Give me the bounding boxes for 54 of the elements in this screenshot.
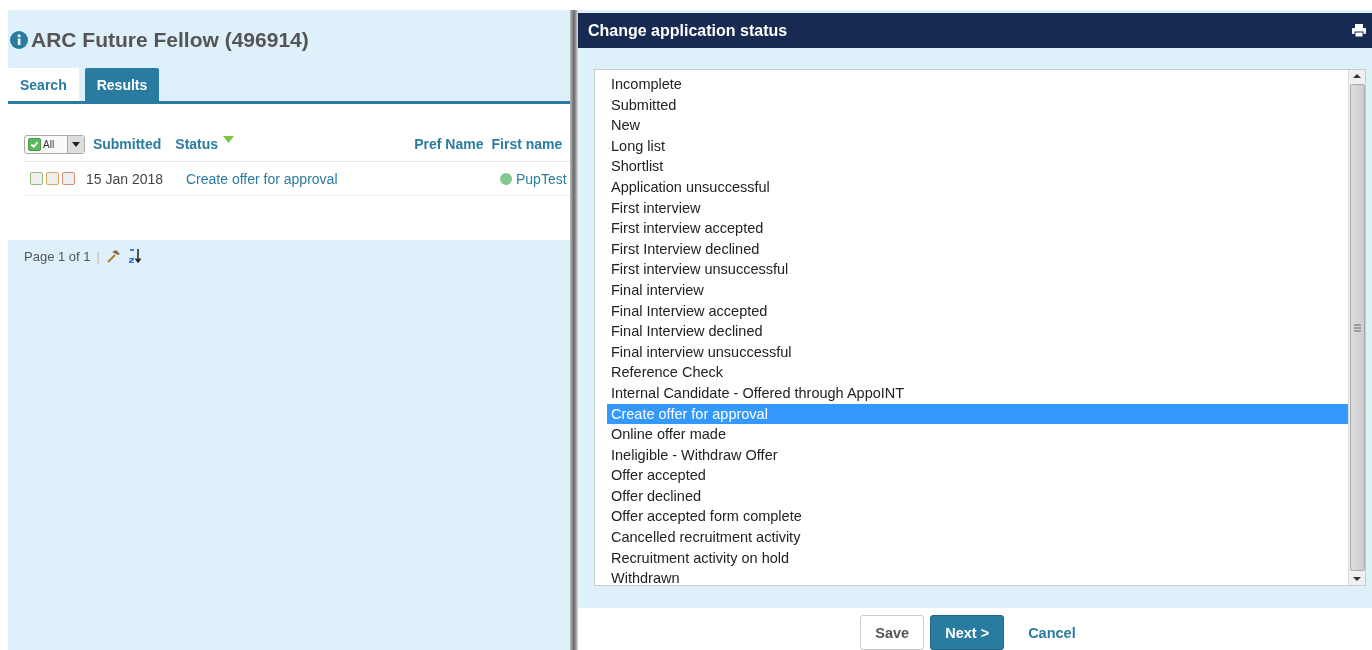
status-listbox[interactable] [594,69,1366,586]
list-option[interactable]: Ineligible - Withdraw Offer [607,444,1348,466]
caret-icon [71,141,80,147]
page-title: ARC Future Fellow (496914) [31,28,309,52]
column-header[interactable]: Status [175,136,219,152]
dialog-button[interactable]: Save [860,615,925,650]
dialog-button[interactable]: Next > [930,615,1005,650]
list-option[interactable]: First Interview declined [607,238,1348,260]
sort-icon[interactable] [223,136,235,143]
column-header[interactable]: Pref Name [414,136,484,152]
list-option[interactable]: Withdrawn [607,568,1348,585]
column-header[interactable]: First name [491,136,563,152]
list-option[interactable]: First interview unsuccessful [607,259,1348,280]
list-option[interactable]: Application unsuccessful [607,176,1348,198]
tab[interactable]: Results [84,68,160,101]
tab[interactable]: Search [8,68,79,101]
list-option[interactable]: Final interview unsuccessful [607,341,1348,363]
list-option[interactable]: First interview [607,197,1348,219]
pager-separator: | [96,248,100,264]
list-option[interactable]: Offer accepted form complete [607,506,1348,528]
sort-az-icon[interactable] [127,248,142,264]
info-icon [10,31,28,49]
hammer-icon[interactable] [105,248,122,264]
grip-icon[interactable] [1353,323,1361,332]
list-option[interactable]: Shortlist [607,156,1348,177]
list-option[interactable]: Final Interview accepted [607,300,1348,322]
dialog-title: Change application status [588,21,788,40]
scrollbar[interactable] [1348,70,1365,585]
checkbox[interactable] [62,172,75,185]
select-all-dropdown[interactable]: All [24,134,85,154]
list-option[interactable]: Offer accepted [607,465,1348,486]
checkbox[interactable] [30,172,43,185]
table-cell: 15 Jan 2018 [86,170,164,187]
list-option[interactable]: Internal Candidate - Offered through AppoINT [607,382,1348,404]
list-option[interactable]: Incomplete [607,74,1348,95]
list-option[interactable]: Online offer made [607,424,1348,445]
list-option[interactable]: First interview accepted [607,218,1348,239]
name-link[interactable]: PupTest [516,170,567,187]
list-option[interactable]: Final Interview declined [607,321,1348,342]
print-icon[interactable] [1352,24,1366,37]
list-option[interactable]: Cancelled recruitment activity [607,527,1348,548]
cancel-link[interactable]: Cancel [1014,615,1090,650]
column-header[interactable]: Submitted [92,136,162,152]
list-option[interactable]: Long list [607,135,1348,157]
list-option[interactable]: Offer declined [607,485,1348,507]
list-option[interactable]: Recruitment activity on hold [607,547,1348,569]
list-option[interactable]: Submitted [607,94,1348,116]
list-option[interactable]: Reference Check [607,362,1348,383]
checkbox[interactable] [28,137,41,151]
list-option[interactable]: Final interview [607,279,1348,301]
list-option[interactable]: New [607,115,1348,136]
checkbox[interactable] [46,172,59,185]
status-link[interactable]: Create offer for approval [186,170,338,187]
page-count: Page 1 of 1 [24,248,91,264]
